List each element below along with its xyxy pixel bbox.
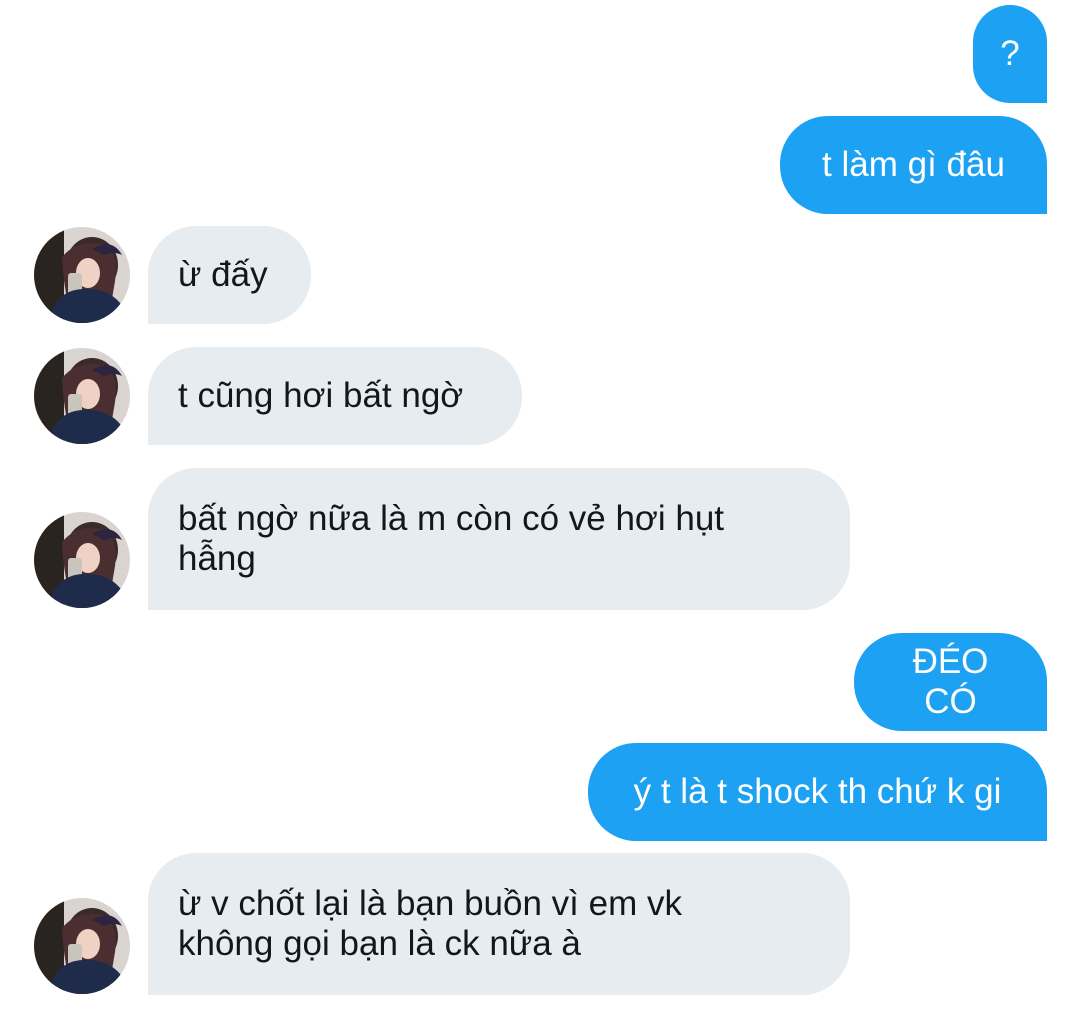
- incoming-message-bubble[interactable]: ừ đấy: [148, 226, 311, 324]
- message-text: ừ v chốt lại là bạn buồn vì em vk không …: [178, 884, 682, 963]
- message-text: t cũng hơi bất ngờ: [178, 376, 464, 415]
- outgoing-message-bubble[interactable]: ý t là t shock th chứ k gi: [588, 743, 1047, 841]
- message-text: ĐÉO CÓ: [912, 642, 999, 721]
- profile-avatar-icon[interactable]: [34, 898, 130, 994]
- message-text: ?: [1000, 34, 1020, 73]
- incoming-message-bubble[interactable]: bất ngờ nữa là m còn có vẻ hơi hụt hẫng: [148, 468, 850, 610]
- profile-avatar-icon[interactable]: [34, 227, 130, 323]
- outgoing-message-bubble[interactable]: t làm gì đâu: [780, 116, 1047, 214]
- message-text: ý t là t shock th chứ k gi: [633, 772, 1002, 811]
- outgoing-message-bubble[interactable]: ĐÉO CÓ: [854, 633, 1047, 731]
- profile-avatar-icon[interactable]: [34, 348, 130, 444]
- outgoing-message-bubble[interactable]: ?: [973, 5, 1047, 103]
- profile-avatar-icon[interactable]: [34, 512, 130, 608]
- message-text: bất ngờ nữa là m còn có vẻ hơi hụt hẫng: [178, 499, 725, 578]
- incoming-message-bubble[interactable]: t cũng hơi bất ngờ: [148, 347, 522, 445]
- message-text: ừ đấy: [178, 255, 268, 294]
- incoming-message-bubble[interactable]: ừ v chốt lại là bạn buồn vì em vk không …: [148, 853, 850, 995]
- message-text: t làm gì đâu: [822, 145, 1005, 184]
